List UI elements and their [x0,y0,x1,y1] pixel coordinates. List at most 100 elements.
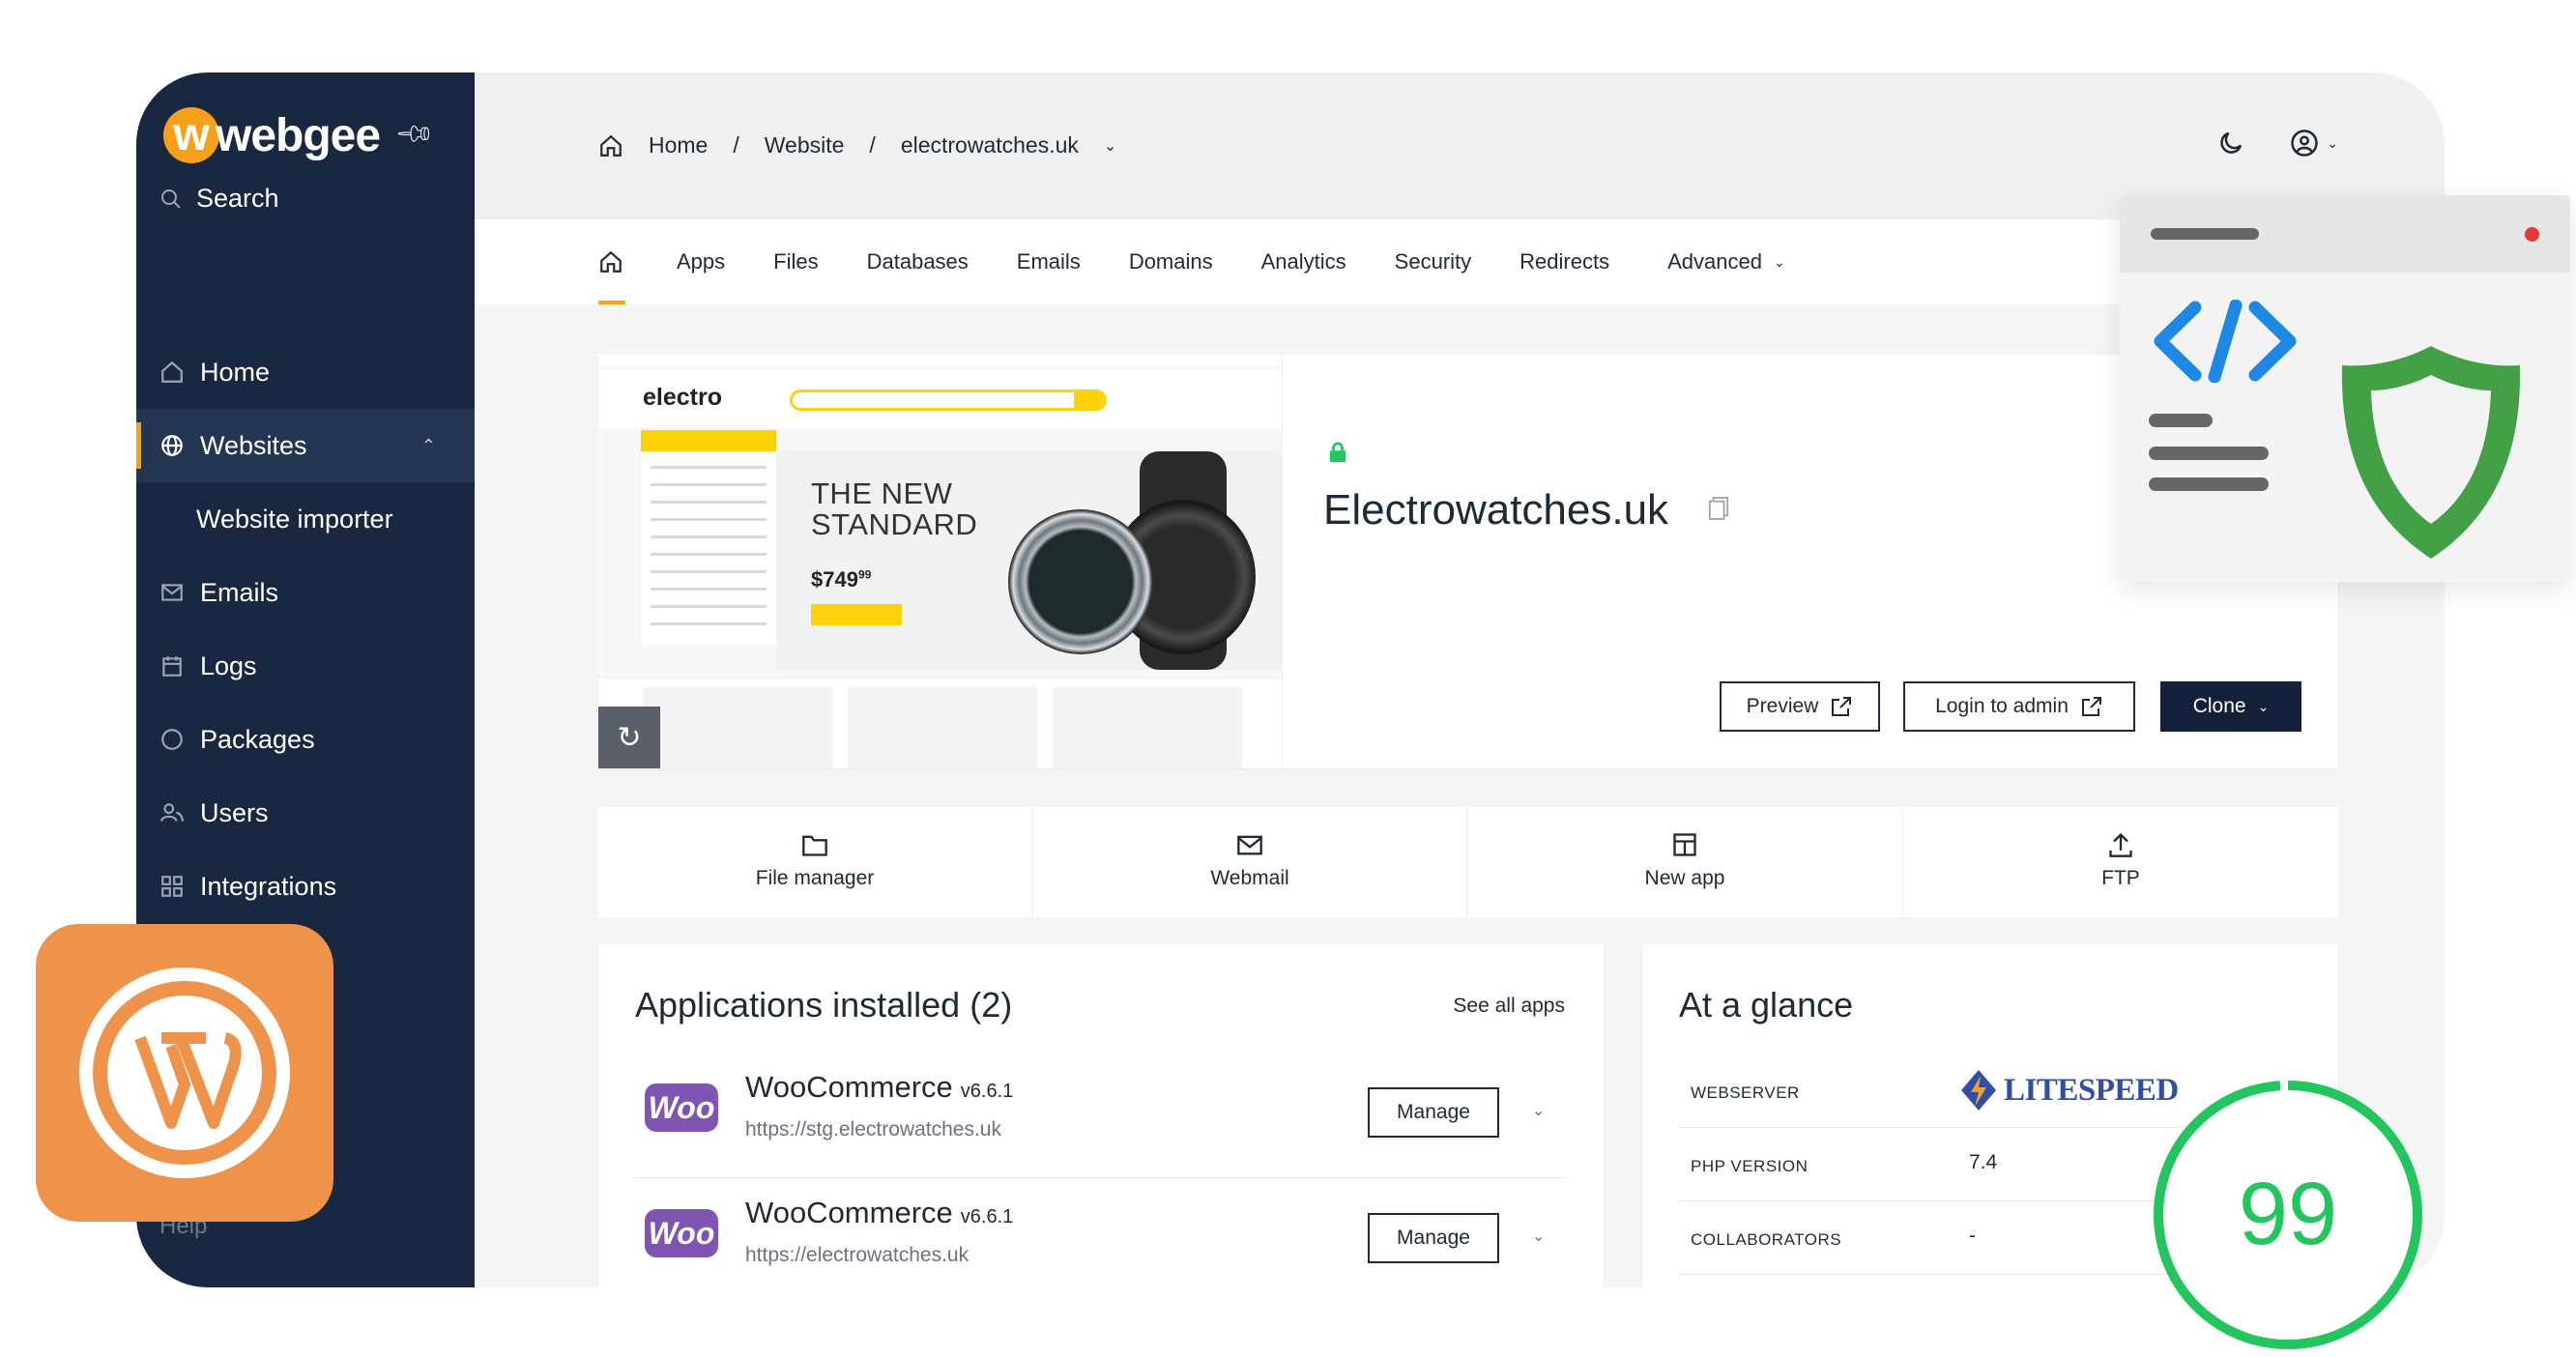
preview-button[interactable]: Preview [1720,681,1880,732]
tab-apps[interactable]: Apps [652,219,749,304]
login-to-admin-button[interactable]: Login to admin [1903,681,2135,732]
app-window: w webgee 📌︎ Search Home Websites ⌃ Websi… [136,72,2445,1287]
code-icon [2154,300,2297,383]
screenshot-cta [811,604,902,625]
calendar-icon [162,656,182,677]
shield-icon [2341,346,2521,559]
sidebar-search[interactable]: Search [159,184,279,214]
folder-icon [802,835,827,856]
php-version-value: 7.4 [1969,1151,1998,1173]
mail-icon [161,584,183,601]
site-title: Electrowatches.uk [1323,486,1669,534]
action-label: New app [1644,867,1725,889]
litespeed-icon [1961,1070,1996,1111]
tab-files[interactable]: Files [749,219,842,304]
glance-key: PHP VERSION [1691,1157,1809,1175]
sidebar-item-label: Logs [200,650,257,680]
tab-databases[interactable]: Databases [843,219,993,304]
breadcrumb: Home / Website / electrowatches.uk ⌄ [598,132,1116,159]
search-icon [161,188,181,209]
breadcrumb-current[interactable]: electrowatches.uk [901,132,1079,159]
file-manager-action[interactable]: File manager [598,807,1031,917]
globe-icon [161,435,183,456]
sidebar-item-websites[interactable]: Websites ⌃ [136,409,475,482]
website-card: electro THE NEW STANDARD $74999 ↻ Electr… [598,355,2338,768]
button-label: Clone [2192,695,2246,717]
account-menu[interactable]: ⌄ [2290,129,2338,158]
refresh-icon[interactable]: ↻ [598,707,660,768]
tab-domains[interactable]: Domains [1105,219,1237,304]
illustration-titlebar [2120,195,2570,273]
screenshot-search-button [1074,390,1107,411]
sidebar-item-integrations[interactable]: Integrations [136,850,475,923]
woocommerce-logo: Woo [645,1209,718,1257]
chevron-down-icon[interactable]: ⌄ [1532,1101,1545,1120]
sidebar-item-website-importer[interactable]: Website importer [136,482,475,556]
chevron-up-icon[interactable]: ⌃ [421,436,436,456]
action-label: File manager [755,867,875,889]
app-row: Woo WooCommerce v6.6.1 https://stg.electr… [635,1054,1565,1178]
app-version: v6.6.1 [960,1206,1014,1227]
chevron-down-icon[interactable]: ⌄ [1532,1227,1545,1246]
webgee-logo[interactable]: w webgee [163,101,381,169]
app-url[interactable]: https://electrowatches.uk [745,1244,969,1267]
row-divider [635,1177,1565,1178]
action-label: Webmail [1210,867,1289,889]
users-icon [160,803,184,822]
screenshot-promos [598,679,1282,768]
copy-icon[interactable] [1708,496,1729,521]
app-icon [1673,833,1696,856]
sidebar-item-users[interactable]: Users [136,776,475,850]
sidebar-item-label: Packages [200,724,315,754]
manage-button[interactable]: Manage [1368,1087,1499,1138]
manage-button[interactable]: Manage [1368,1213,1499,1263]
sidebar-item-emails[interactable]: Emails [136,556,475,629]
chevron-down-icon: ⌄ [2327,134,2338,151]
tab-advanced[interactable]: Advanced ⌄ [1634,219,1809,304]
collaborators-value: - [1969,1225,1976,1247]
tab-security[interactable]: Security [1371,219,1495,304]
sidebar-item-logs[interactable]: Logs [136,629,475,703]
tab-home[interactable] [598,219,652,304]
webmail-action[interactable]: Webmail [1033,807,1466,917]
wordpress-icon [79,967,290,1178]
sidebar-item-label: Website importer [196,504,393,534]
screenshot-brand: electro [643,384,722,411]
home-icon[interactable] [598,133,623,159]
red-dot-icon [2525,227,2539,242]
screenshot-department-bar [641,430,776,451]
watch-image [1008,509,1153,654]
ftp-action[interactable]: FTP [1903,807,2338,917]
upload-icon [2109,832,2132,857]
breadcrumb-home[interactable]: Home [649,132,708,159]
tab-redirects[interactable]: Redirects [1495,219,1634,304]
sidebar-item-home[interactable]: Home [136,335,475,409]
text-lines-icon [2149,414,2269,491]
website-screenshot[interactable]: electro THE NEW STANDARD $74999 ↻ [598,355,1283,768]
app-url[interactable]: https://stg.electrowatches.uk [745,1118,1001,1141]
lock-icon [1329,442,1346,463]
home-icon [600,250,622,273]
user-circle-icon [2291,130,2319,157]
search-label: Search [196,184,279,213]
button-label: Login to admin [1935,695,2069,717]
new-app-action[interactable]: New app [1468,807,1901,917]
pin-icon[interactable]: 📌︎ [393,112,438,156]
home-icon [161,361,183,383]
breadcrumb-website[interactable]: Website [765,132,845,159]
sidebar-item-packages[interactable]: Packages [136,703,475,776]
moon-icon[interactable] [2216,129,2245,158]
logo-text: webgee [216,109,381,161]
app-version: v6.6.1 [960,1081,1014,1102]
tab-emails[interactable]: Emails [993,219,1105,304]
see-all-apps-link[interactable]: See all apps [1453,995,1565,1018]
glance-key: COLLABORATORS [1691,1230,1842,1249]
tab-analytics[interactable]: Analytics [1237,219,1371,304]
app-row: Woo WooCommerce v6.6.1 https://electrowat… [635,1180,1565,1287]
clone-button[interactable]: Clone ⌄ [2160,681,2301,732]
mail-icon [1237,835,1262,855]
package-icon [161,729,183,750]
chevron-down-icon[interactable]: ⌄ [1104,136,1116,156]
screenshot-header: electro [598,368,1282,428]
button-label: Preview [1746,695,1819,717]
